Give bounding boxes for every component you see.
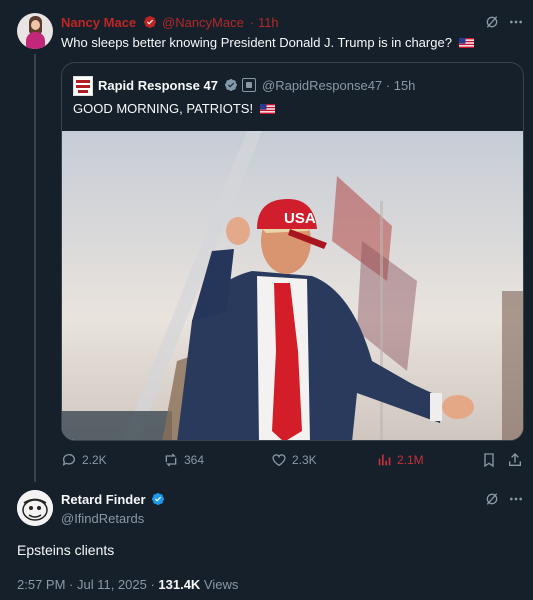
author-name[interactable]: Nancy Mace <box>61 15 136 30</box>
quoted-author-name[interactable]: Rapid Response 47 <box>98 78 218 93</box>
grok-icon[interactable] <box>484 491 500 507</box>
reply-count: 2.2K <box>82 453 107 467</box>
like-icon <box>272 454 286 467</box>
tweet-text-content: Who sleeps better knowing President Dona… <box>61 35 452 50</box>
more-icon[interactable] <box>508 14 524 30</box>
more-icon[interactable] <box>508 491 524 507</box>
bookmark-icon[interactable] <box>481 452 497 468</box>
grok-icon[interactable] <box>484 14 500 30</box>
thread-line <box>34 54 36 482</box>
verified-badge-icon <box>144 16 156 28</box>
avatar-face <box>31 20 40 30</box>
share-icon[interactable] <box>507 452 523 468</box>
rapid-response-logo[interactable] <box>73 76 93 96</box>
flag-us-icon <box>458 38 474 48</box>
hat-text: USA <box>284 210 316 227</box>
photo-illustration: USA <box>62 131 523 440</box>
like-count: 2.3K <box>292 453 317 467</box>
quoted-handle[interactable]: @RapidResponse47 · 15h <box>262 78 415 93</box>
avatar-retard-finder[interactable] <box>17 490 53 526</box>
quoted-text-content: GOOD MORNING, PATRIOTS! <box>73 101 254 116</box>
avatar-nancy-mace[interactable] <box>17 13 53 49</box>
reply-button[interactable]: 2.2K <box>61 452 107 468</box>
tweet-time[interactable]: · 11h <box>250 15 279 30</box>
views-count: 2.1M <box>397 453 424 467</box>
government-badge-icon <box>242 78 256 92</box>
reply-author-name[interactable]: Retard Finder <box>61 492 146 507</box>
quoted-tweet-photo[interactable]: USA <box>62 131 523 440</box>
repost-count: 364 <box>184 453 205 467</box>
reply-timestamp[interactable]: 2:57 PM · Jul 11, 2025 · <box>17 577 158 592</box>
verified-badge-icon <box>152 493 164 505</box>
tweet-text: Who sleeps better knowing President Dona… <box>61 35 474 50</box>
reply-author-handle[interactable]: @IfindRetards <box>61 511 144 526</box>
views-icon <box>378 454 391 466</box>
author-handle[interactable]: @NancyMace <box>162 15 244 30</box>
logo-bar <box>78 90 88 93</box>
verified-badge-icon <box>225 79 237 91</box>
views-button[interactable]: 2.1M <box>376 452 424 468</box>
repost-button[interactable]: 364 <box>163 452 204 468</box>
flag-us-icon <box>259 104 275 114</box>
reply-icon <box>62 454 75 466</box>
like-button[interactable]: 2.3K <box>271 452 317 468</box>
tweet-actions: 2.2K 364 2.3K 2.1M <box>0 452 533 470</box>
repost-icon <box>165 453 177 467</box>
reply-views-label: Views <box>200 577 239 592</box>
reply-views-count: 131.4K <box>158 577 201 592</box>
reply-metadata: 2:57 PM · Jul 11, 2025 · 131.4K Views <box>17 577 238 592</box>
quoted-tweet-text: GOOD MORNING, PATRIOTS! <box>73 101 275 116</box>
quoted-tweet-card[interactable]: Rapid Response 47 @RapidResponse47 · 15h… <box>61 62 524 441</box>
avatar-dress <box>26 32 45 49</box>
reply-text: Epsteins clients <box>17 542 115 558</box>
avatar-illustration <box>17 490 53 526</box>
logo-bar <box>76 80 90 83</box>
logo-bar <box>76 85 90 88</box>
